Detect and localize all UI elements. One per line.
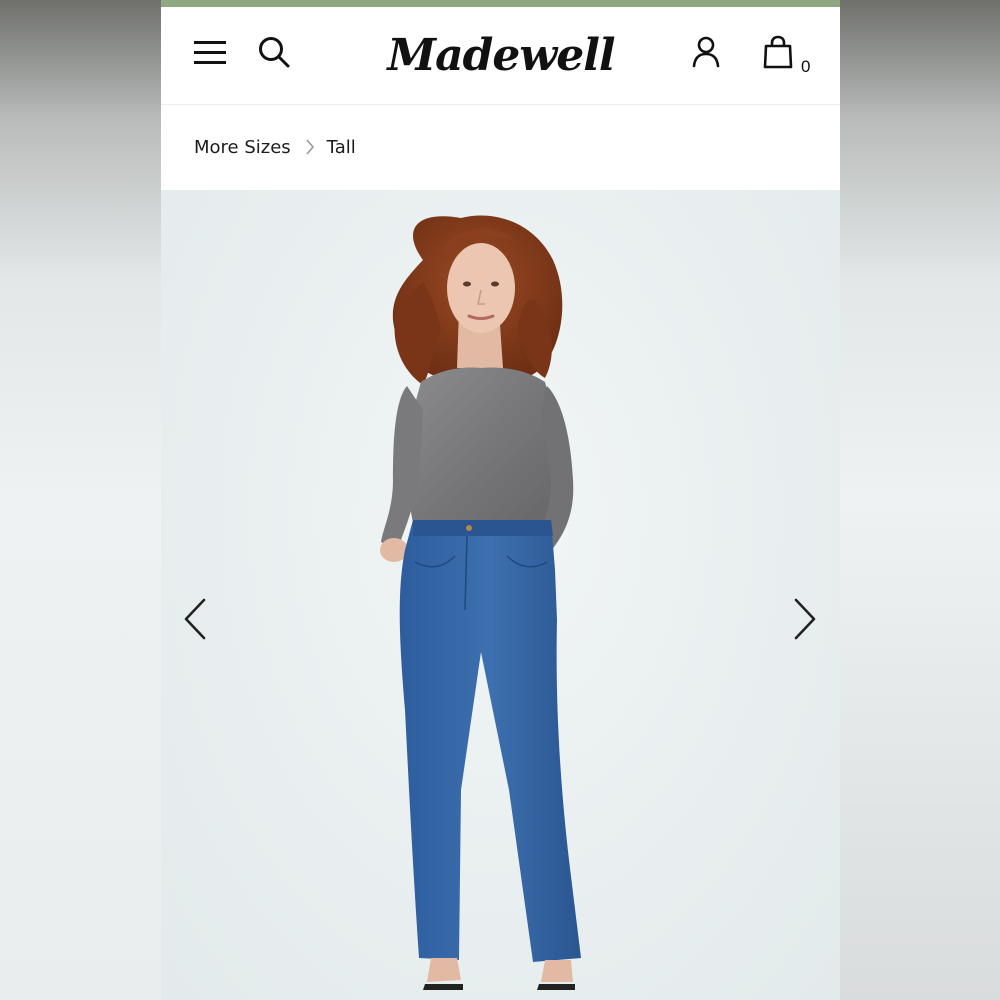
search-icon <box>259 37 290 68</box>
shopping-bag-button[interactable] <box>757 32 799 72</box>
chevron-right-icon <box>305 138 315 156</box>
background-right <box>840 0 1000 1000</box>
account-button[interactable] <box>685 32 727 72</box>
account-icon <box>692 36 720 68</box>
search-button[interactable] <box>253 32 295 72</box>
carousel-prev-button[interactable] <box>175 589 215 649</box>
product-image-carousel[interactable] <box>161 190 840 1000</box>
brand-logo[interactable]: Madewell <box>387 25 615 85</box>
menu-button[interactable] <box>189 32 231 72</box>
shopping-bag-icon <box>763 35 793 69</box>
breadcrumb-more-sizes[interactable]: More Sizes <box>194 137 291 158</box>
top-status-strip <box>161 0 840 7</box>
site-header: Madewell 0 <box>161 7 840 105</box>
chevron-left-icon <box>184 598 206 640</box>
breadcrumb-tall[interactable]: Tall <box>327 137 356 158</box>
carousel-next-button[interactable] <box>785 589 825 649</box>
breadcrumb: More Sizes Tall <box>194 133 356 161</box>
model-photo <box>380 215 581 990</box>
bag-count: 0 <box>801 57 811 76</box>
hamburger-menu-icon <box>194 41 226 64</box>
background-left <box>0 0 161 1000</box>
chevron-right-icon <box>794 598 816 640</box>
brand-name: Madewell <box>387 29 615 81</box>
mobile-page: Madewell 0 More Sizes Tall <box>161 0 840 1000</box>
